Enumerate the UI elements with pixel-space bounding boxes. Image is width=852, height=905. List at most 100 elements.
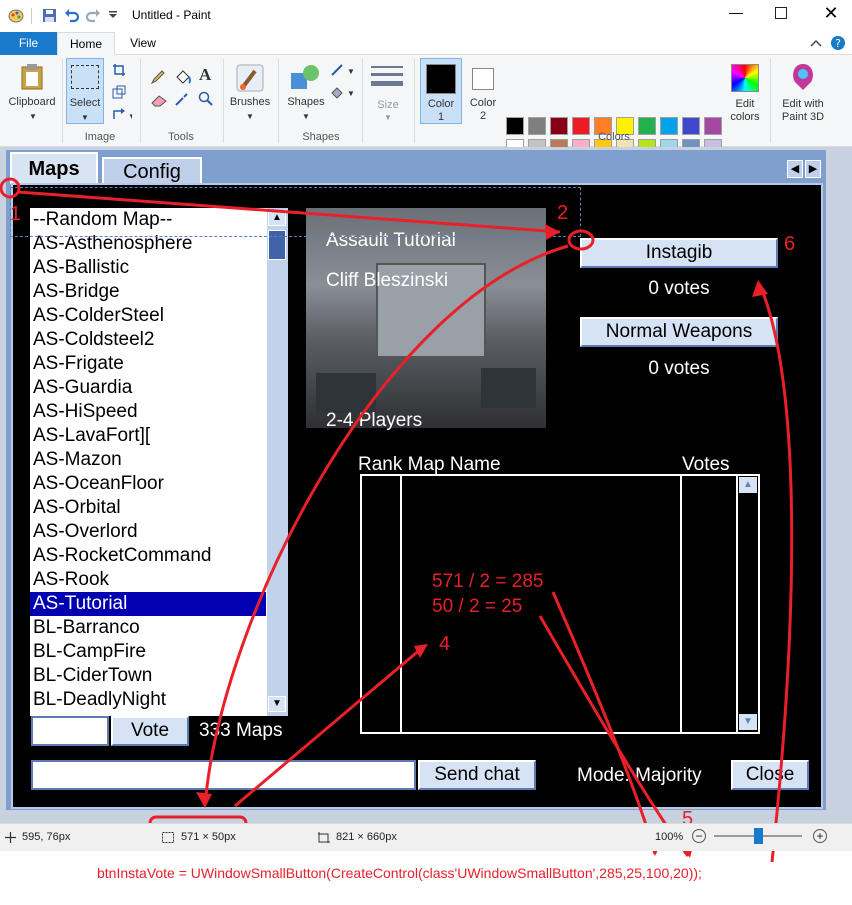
chat-input[interactable]	[31, 760, 416, 790]
scroll-down-icon[interactable]: ▼	[268, 696, 286, 712]
text-tool-icon[interactable]: A	[199, 65, 211, 85]
paint3d-label-2: Paint 3D	[781, 111, 825, 123]
eraser-icon[interactable]	[150, 93, 168, 107]
size-dropdown-icon: ▼	[384, 113, 392, 122]
map-list-item[interactable]: AS-Orbital	[30, 496, 266, 520]
zoom-in-button[interactable]: +	[813, 829, 827, 843]
svg-text:?: ?	[835, 37, 841, 50]
map-list-scrollbar[interactable]: ▲ ▼	[266, 208, 288, 716]
normal-weapons-button[interactable]: Normal Weapons	[580, 317, 778, 347]
rank-table-scrollbar[interactable]: ▲ ▼	[736, 476, 758, 732]
color2-button[interactable]: Color 2	[464, 58, 502, 124]
collapse-ribbon-icon[interactable]	[810, 38, 822, 48]
tab-file[interactable]: File	[0, 32, 57, 55]
rotate-icon[interactable]: ▼	[112, 107, 132, 121]
annotation-label-4: 4	[439, 633, 451, 655]
magnifier-icon[interactable]	[198, 91, 214, 107]
map-list-item[interactable]: AS-Rook	[30, 568, 266, 592]
send-chat-button[interactable]: Send chat	[418, 760, 536, 790]
shapes-label: Shapes	[287, 96, 325, 108]
resize-icon[interactable]	[112, 85, 126, 99]
map-list-item[interactable]: AS-RocketCommand	[30, 544, 266, 568]
edit-colors-button[interactable]: Edit colors	[725, 58, 765, 124]
map-count: 333 Maps	[199, 720, 283, 741]
map-list-item[interactable]: AS-Mazon	[30, 448, 266, 472]
vote-button[interactable]: Vote	[111, 716, 189, 746]
map-list-item[interactable]: AS-Guardia	[30, 376, 266, 400]
rank-scroll-up-icon[interactable]: ▲	[739, 477, 757, 493]
size-label: Size	[377, 99, 399, 111]
mode-label: Mode: Majority	[577, 765, 702, 786]
fill-bucket-icon[interactable]	[174, 69, 192, 85]
ut-tab-maps[interactable]: Maps	[10, 152, 98, 184]
help-icon[interactable]: ?	[830, 35, 846, 51]
save-icon[interactable]	[42, 8, 57, 23]
map-list[interactable]: --Random Map-- AS-Asthenosphere AS-Ballist…	[30, 208, 266, 716]
clipboard-button[interactable]: Clipboard ▼	[5, 58, 59, 124]
annotation-label-1: 1	[10, 203, 22, 225]
map-list-item[interactable]: BL-Barranco	[30, 616, 266, 640]
map-list-item[interactable]: BL-CampFire	[30, 640, 266, 664]
select-dropdown-icon: ▼	[81, 113, 89, 122]
map-list-item[interactable]: AS-Tutorial	[30, 592, 266, 616]
maximize-button[interactable]	[775, 7, 787, 19]
map-list-item[interactable]: AS-LavaFort][	[30, 424, 266, 448]
map-list-item[interactable]: AS-ColderSteel	[30, 304, 266, 328]
tab-view[interactable]: View	[116, 32, 170, 55]
ribbon-tab-strip: File Home View ?	[0, 32, 852, 55]
vote-input[interactable]	[31, 716, 109, 746]
pencil-icon[interactable]	[150, 69, 166, 85]
select-button[interactable]: Select ▼	[66, 58, 104, 124]
edit-with-paint3d-button[interactable]: Edit with Paint 3D	[775, 58, 831, 124]
instagib-button[interactable]: Instagib	[580, 238, 778, 268]
annotation-code-line: btnInstaVote = UWindowSmallButton(Create…	[97, 865, 702, 881]
zoom-slider-thumb[interactable]	[754, 828, 763, 844]
status-bar: 595, 76px 571 × 50px 821 × 660px 100% − …	[0, 823, 852, 851]
annotation-calc-height: 50 / 2 = 25	[432, 596, 523, 617]
brushes-button[interactable]: Brushes ▼	[227, 58, 273, 124]
zoom-out-button[interactable]: −	[692, 829, 706, 843]
close-button[interactable]: Close	[731, 760, 809, 790]
rank-scroll-down-icon[interactable]: ▼	[739, 714, 757, 730]
redo-icon[interactable]	[86, 8, 101, 23]
normal-weapons-votes: 0 votes	[648, 358, 710, 379]
color1-label: Color	[427, 98, 455, 110]
map-list-item[interactable]: AS-Bridge	[30, 280, 266, 304]
color-picker-icon[interactable]	[174, 91, 190, 107]
clipboard-icon	[21, 64, 43, 90]
ribbon-separator	[223, 59, 224, 143]
svg-text:▼: ▼	[347, 89, 355, 98]
color2-label: Color	[469, 97, 497, 109]
paint-selection-rect[interactable]	[10, 187, 581, 237]
ut-tab-scroll-right[interactable]: ▶	[805, 160, 821, 178]
map-list-item[interactable]: AS-Frigate	[30, 352, 266, 376]
map-list-item[interactable]: AS-Overlord	[30, 520, 266, 544]
size-button: Size ▼	[367, 58, 409, 124]
fill-icon[interactable]: ▼	[330, 85, 356, 99]
brush-icon	[236, 64, 264, 92]
map-list-item[interactable]: AS-OceanFloor	[30, 472, 266, 496]
undo-icon[interactable]	[64, 8, 79, 23]
map-list-item[interactable]: AS-Ballistic	[30, 256, 266, 280]
tab-home[interactable]: Home	[57, 32, 115, 55]
annotation-calc-width: 571 / 2 = 285	[432, 571, 544, 592]
map-list-item[interactable]: BL-DeadlyNight	[30, 688, 266, 712]
map-list-item[interactable]: BL-CiderTown	[30, 664, 266, 688]
map-list-item[interactable]: AS-HiSpeed	[30, 400, 266, 424]
customize-qat-icon[interactable]	[108, 10, 118, 20]
shapes-button[interactable]: Shapes ▼	[283, 58, 329, 124]
rank-table: ▲ ▼	[360, 474, 760, 734]
shapes-group-label: Shapes	[302, 131, 340, 143]
clipboard-label: Clipboard	[8, 96, 56, 108]
crop-icon[interactable]	[112, 63, 126, 77]
color1-swatch	[426, 64, 456, 94]
color1-button[interactable]: Color 1	[420, 58, 462, 124]
annotation-label-6: 6	[784, 233, 796, 255]
map-list-item[interactable]: AS-Coldsteel2	[30, 328, 266, 352]
ribbon-separator	[362, 59, 363, 143]
outline-icon[interactable]: ▼	[330, 63, 356, 77]
minimize-button[interactable]: —	[725, 4, 747, 26]
ut-tab-scroll-left[interactable]: ◀	[787, 160, 803, 178]
ut-tab-config[interactable]: Config	[102, 157, 202, 184]
close-window-button[interactable]: ✕	[820, 3, 842, 25]
